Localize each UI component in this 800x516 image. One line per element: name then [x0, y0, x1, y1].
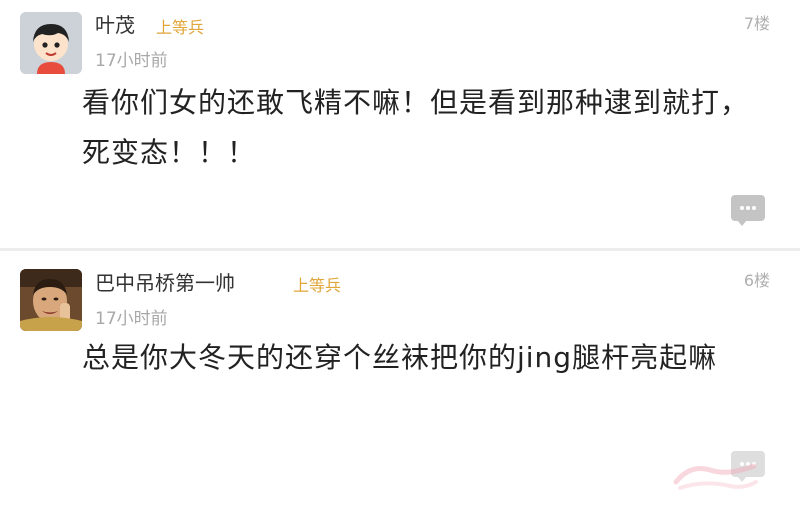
timestamp: 17小时前 [95, 51, 168, 71]
comment-text: 看你们女的还敢飞精不嘛！但是看到那种逮到就打，死变态！！！ [82, 86, 750, 169]
username[interactable]: 叶茂 [95, 9, 135, 38]
floor-number: 6楼 [743, 271, 770, 290]
reply-button[interactable] [731, 195, 765, 226]
comment-bubble-icon [740, 206, 756, 210]
comment-item: 叶茂 上等兵 17小时前 7楼 看你们女的还敢飞精不嘛！但是看到那种逮到就打，死… [0, 0, 800, 248]
comment-list: 叶茂 上等兵 17小时前 7楼 看你们女的还敢飞精不嘛！但是看到那种逮到就打，死… [0, 0, 800, 516]
cartoon-kid-avatar-icon [20, 12, 82, 74]
floor-number: 7楼 [743, 14, 770, 33]
avatar[interactable] [20, 12, 82, 74]
watermark-logo [673, 463, 758, 490]
avatar[interactable] [20, 269, 82, 331]
timestamp: 17小时前 [95, 309, 168, 329]
username[interactable]: 巴中吊桥第一帅 [95, 267, 235, 296]
photo-avatar-icon [20, 269, 82, 331]
rank-badge: 上等兵 [156, 18, 205, 37]
comment-text: 总是你大冬天的还穿个丝袜把你的jing腿杆亮起嘛 [82, 341, 718, 374]
rank-badge: 上等兵 [293, 276, 342, 295]
